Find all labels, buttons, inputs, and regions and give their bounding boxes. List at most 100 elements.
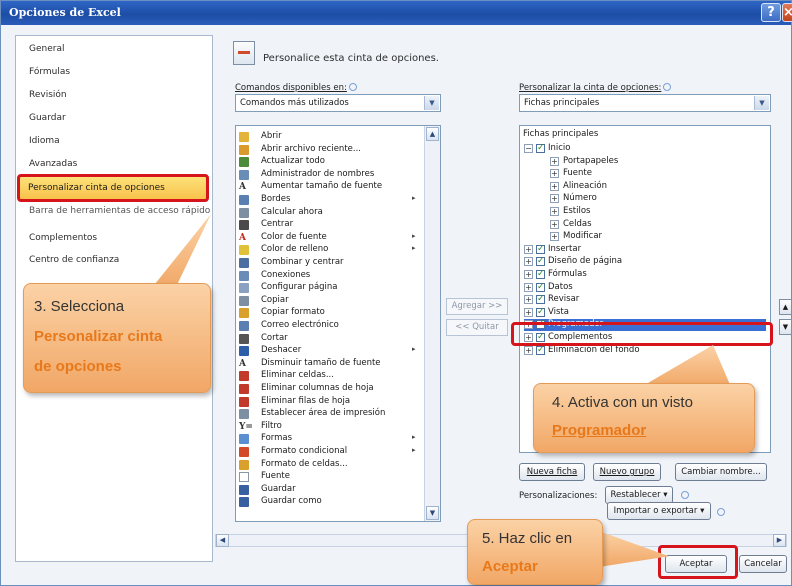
chevron-down-icon[interactable]: ▼ — [754, 96, 769, 110]
command-item[interactable]: Centrar — [236, 219, 422, 231]
close-icon[interactable]: × — [782, 3, 792, 22]
command-item[interactable]: Cortar — [236, 333, 422, 345]
nav-item-trust-center[interactable]: Centro de confianza — [29, 255, 119, 265]
expand-icon[interactable]: + — [524, 295, 533, 305]
tree-item-label: Inicio — [548, 143, 571, 153]
tab-checkbox[interactable]: ✓ — [536, 257, 545, 267]
command-item[interactable]: Establecer área de impresión — [236, 408, 422, 420]
command-item[interactable]: Color de relleno ▸ — [236, 244, 422, 256]
command-item[interactable]: Conexiones — [236, 270, 422, 282]
tab-checkbox[interactable]: ✓ — [536, 270, 545, 279]
remove-button[interactable]: << Quitar — [446, 319, 508, 336]
scroll-up-icon[interactable]: ▲ — [426, 127, 439, 141]
font-icon — [239, 472, 249, 483]
command-item[interactable]: Formas ▸ — [236, 433, 422, 445]
commands-scrollbar[interactable]: ▲ ▼ — [424, 126, 440, 521]
scroll-left-icon[interactable]: ◀ — [216, 534, 229, 547]
tab-checkbox[interactable]: ✓ — [536, 282, 545, 292]
tab-checkbox[interactable]: ✓ — [536, 345, 545, 355]
refresh-icon — [239, 157, 249, 168]
nav-item-advanced[interactable]: Avanzadas — [29, 159, 77, 169]
nav-item-quick-access[interactable]: Barra de herramientas de acceso rápido — [29, 206, 210, 216]
command-item[interactable]: Fuente — [236, 471, 422, 483]
tab-checkbox[interactable]: ✓ — [536, 295, 545, 305]
expand-icon[interactable]: + — [524, 270, 533, 279]
nav-item-language[interactable]: Idioma — [29, 136, 60, 146]
command-item[interactable]: Abrir — [236, 131, 422, 143]
expand-icon[interactable]: + — [550, 181, 559, 191]
chevron-down-icon[interactable]: ▼ — [424, 96, 439, 110]
expand-icon[interactable]: + — [524, 345, 533, 355]
expand-icon[interactable]: + — [524, 244, 533, 254]
move-down-icon[interactable]: ▼ — [779, 319, 792, 335]
expand-icon[interactable]: + — [550, 207, 559, 216]
nav-item-save[interactable]: Guardar — [29, 113, 66, 123]
tab-checkbox[interactable]: ✓ — [536, 244, 545, 254]
command-label: Correo electrónico — [261, 320, 339, 330]
command-item[interactable]: Abrir archivo reciente... — [236, 144, 422, 156]
command-item[interactable]: Formato condicional ▸ — [236, 446, 422, 458]
info-icon — [663, 83, 672, 91]
command-item[interactable]: Copiar — [236, 295, 422, 307]
command-label: Filtro — [261, 420, 282, 431]
command-item[interactable]: Eliminar filas de hoja — [236, 396, 422, 408]
font-grow-icon: A — [239, 182, 246, 193]
command-item[interactable]: Calcular ahora — [236, 207, 422, 219]
command-item[interactable]: Y= Filtro — [236, 421, 422, 433]
move-up-icon[interactable]: ▲ — [779, 299, 792, 315]
expand-icon[interactable]: + — [550, 232, 559, 242]
nav-item-addins[interactable]: Complementos — [29, 233, 97, 243]
command-label: Combinar y centrar — [261, 257, 344, 267]
tree-item-label: Fórmulas — [548, 269, 587, 279]
command-item[interactable]: Copiar formato — [236, 307, 422, 319]
command-item[interactable]: Administrador de nombres — [236, 169, 422, 181]
command-item[interactable]: Formato de celdas... — [236, 459, 422, 471]
tab-checkbox[interactable]: ✓ — [536, 144, 545, 153]
cancel-button[interactable]: Cancelar — [739, 555, 787, 573]
nav-item-general[interactable]: General — [29, 44, 64, 54]
command-label: Copiar — [261, 294, 289, 305]
import-export-button[interactable]: Importar o exportar ▾ — [607, 502, 711, 520]
nav-item-revision[interactable]: Revisión — [29, 90, 67, 100]
callout-3-em1: Personalizar cinta — [34, 328, 163, 345]
command-item[interactable]: A Color de fuente ▸ — [236, 232, 422, 244]
expand-icon[interactable]: + — [550, 156, 559, 166]
expand-icon[interactable]: + — [550, 169, 559, 179]
command-item[interactable]: Eliminar columnas de hoja — [236, 383, 422, 395]
commands-from-select[interactable]: Comandos más utilizados ▼ — [235, 94, 441, 112]
new-group-button[interactable]: Nuevo grupo — [593, 463, 661, 481]
command-item[interactable]: Bordes ▸ — [236, 194, 422, 206]
new-tab-button[interactable]: Nueva ficha — [519, 463, 585, 481]
command-item[interactable]: Configurar página — [236, 282, 422, 294]
expand-icon[interactable]: + — [524, 257, 533, 267]
command-label: Guardar — [261, 483, 296, 494]
commands-list[interactable]: Abrir Abrir archivo reciente... Actualizar… — [235, 125, 441, 522]
format-painter-icon — [239, 308, 249, 319]
add-button[interactable]: Agregar >> — [446, 298, 508, 315]
command-item[interactable]: Deshacer ▸ — [236, 345, 422, 357]
scroll-down-icon[interactable]: ▼ — [426, 506, 439, 520]
expand-icon[interactable]: + — [524, 282, 533, 292]
command-item[interactable]: Correo electrónico — [236, 320, 422, 332]
collapse-icon[interactable]: − — [524, 144, 533, 153]
tab-checkbox[interactable]: ✓ — [536, 307, 545, 317]
scroll-right-icon[interactable]: ▶ — [773, 534, 786, 547]
expand-icon[interactable]: + — [550, 194, 559, 204]
command-item[interactable]: Guardar como — [236, 496, 422, 508]
callout-5-text: 5. Haz clic en — [482, 530, 573, 547]
command-item[interactable]: A Disminuir tamaño de fuente — [236, 358, 422, 370]
customize-ribbon-select[interactable]: Fichas principales ▼ — [519, 94, 771, 112]
command-item[interactable]: Combinar y centrar — [236, 257, 422, 269]
rename-button[interactable]: Cambiar nombre... — [675, 463, 767, 481]
copy-icon — [239, 295, 249, 306]
command-item[interactable]: Eliminar celdas... — [236, 370, 422, 382]
command-item[interactable]: Guardar — [236, 484, 422, 496]
align-center-icon — [239, 220, 249, 231]
expand-icon[interactable]: + — [524, 307, 533, 317]
command-item[interactable]: Actualizar todo — [236, 156, 422, 168]
help-icon[interactable]: ? — [761, 3, 781, 22]
nav-item-formulas[interactable]: Fórmulas — [29, 67, 70, 77]
command-item[interactable]: A Aumentar tamaño de fuente — [236, 181, 422, 193]
expand-icon[interactable]: + — [550, 219, 559, 229]
commands-from-value: Comandos más utilizados — [240, 98, 349, 108]
